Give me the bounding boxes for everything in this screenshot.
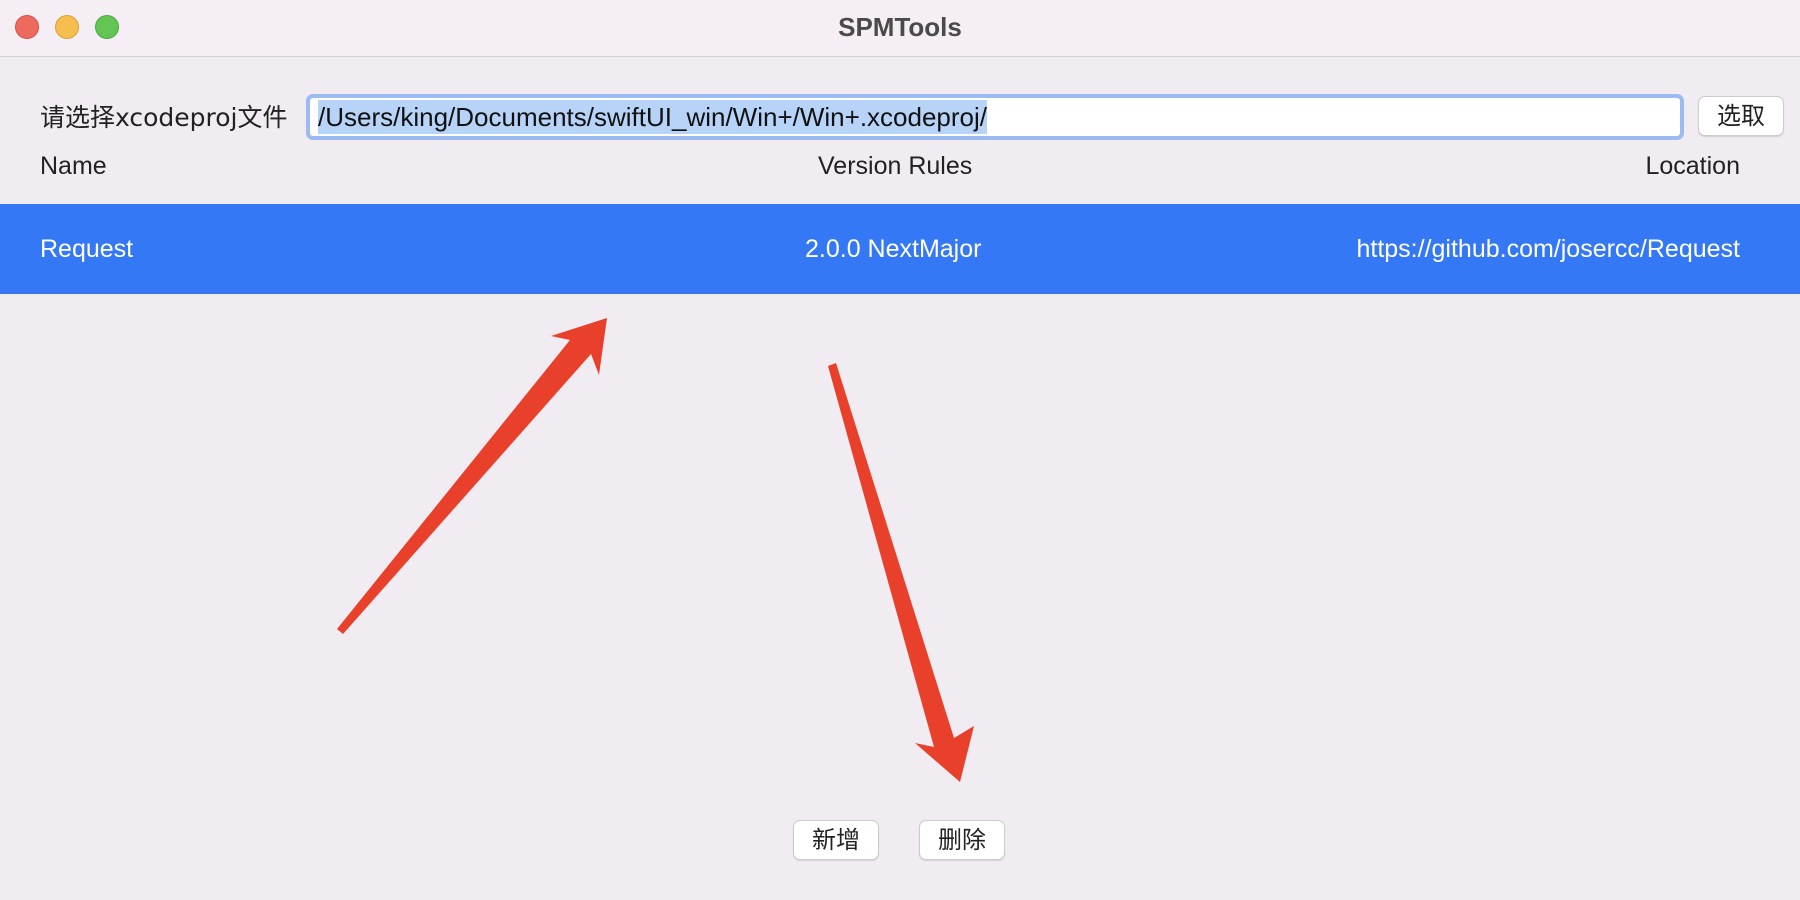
pick-file-button[interactable]: 选取	[1698, 96, 1784, 136]
row-location-cell: https://github.com/josercc/Request	[1356, 235, 1740, 263]
add-button[interactable]: 新增	[793, 820, 879, 860]
annotation-arrow-to-delete-button	[828, 363, 974, 782]
table-row-selected[interactable]: Request 2.0.0 NextMajor https://github.c…	[0, 204, 1800, 294]
window-title: SPMTools	[838, 12, 962, 42]
row-version-cell: 2.0.0 NextMajor	[805, 235, 982, 263]
app-window: SPMTools 请选择xcodeproj文件 /Users/king/Docu…	[0, 0, 1800, 900]
xcodeproj-path-field[interactable]: /Users/king/Documents/swiftUI_win/Win+/W…	[306, 94, 1684, 140]
file-picker-label: 请选择xcodeproj文件	[40, 103, 288, 132]
row-name-cell: Request	[40, 235, 134, 263]
delete-button[interactable]: 删除	[919, 820, 1005, 860]
title-bar[interactable]: SPMTools	[0, 0, 1800, 57]
column-header-name[interactable]: Name	[40, 152, 107, 181]
column-header-version-rules[interactable]: Version Rules	[818, 152, 972, 181]
path-field-value[interactable]: /Users/king/Documents/swiftUI_win/Win+/W…	[318, 100, 988, 134]
column-header-location[interactable]: Location	[1645, 152, 1740, 181]
annotation-arrow-to-row	[337, 318, 607, 634]
